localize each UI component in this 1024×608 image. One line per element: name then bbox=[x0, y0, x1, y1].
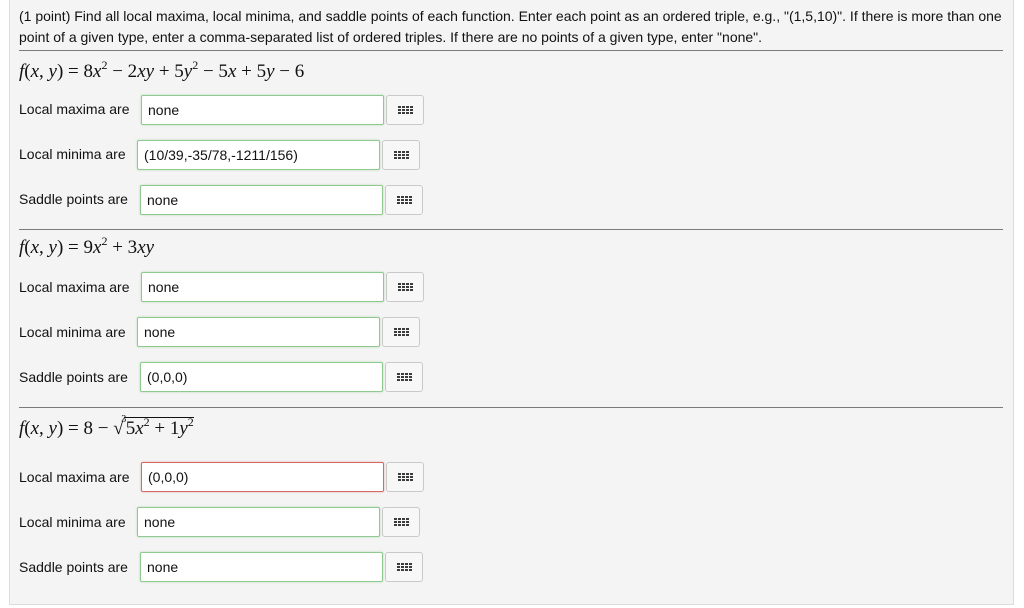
equation-editor-button[interactable] bbox=[385, 362, 423, 392]
problem-instructions: (1 point) Find all local maxima, local m… bbox=[19, 8, 1002, 45]
saddle-points-label: Saddle points are bbox=[19, 369, 128, 385]
divider bbox=[19, 229, 1003, 230]
equation-editor-button[interactable] bbox=[382, 140, 420, 170]
grid-icon bbox=[397, 473, 413, 481]
saddle-points-input-1[interactable] bbox=[140, 185, 383, 215]
local-maxima-input-3[interactable] bbox=[141, 462, 384, 492]
function-3: f(x, y) = 8 − 3 √ 5x2 + 1y2 bbox=[19, 414, 194, 439]
equation-editor-button[interactable] bbox=[382, 317, 420, 347]
local-minima-input-2[interactable] bbox=[137, 317, 380, 347]
local-minima-label: Local minima are bbox=[19, 514, 126, 530]
local-maxima-label: Local maxima are bbox=[19, 101, 130, 117]
divider bbox=[19, 407, 1003, 408]
saddle-points-label: Saddle points are bbox=[19, 559, 128, 575]
equation-editor-button[interactable] bbox=[382, 507, 420, 537]
equation-editor-button[interactable] bbox=[386, 272, 424, 302]
divider bbox=[19, 50, 1003, 51]
local-maxima-input-1[interactable] bbox=[141, 95, 384, 125]
saddle-points-input-2[interactable] bbox=[140, 362, 383, 392]
equation-editor-button[interactable] bbox=[386, 462, 424, 492]
saddle-points-input-3[interactable] bbox=[140, 552, 383, 582]
saddle-points-label: Saddle points are bbox=[19, 191, 128, 207]
equation-editor-button[interactable] bbox=[385, 552, 423, 582]
grid-icon bbox=[393, 151, 409, 159]
grid-icon bbox=[396, 373, 412, 381]
grid-icon bbox=[396, 196, 412, 204]
local-maxima-input-2[interactable] bbox=[141, 272, 384, 302]
local-minima-input-3[interactable] bbox=[137, 507, 380, 537]
function-1: f(x, y) = 8x2 − 2xy + 5y2 − 5x + 5y − 6 bbox=[19, 58, 305, 82]
local-maxima-label: Local maxima are bbox=[19, 469, 130, 485]
equation-editor-button[interactable] bbox=[386, 95, 424, 125]
grid-icon bbox=[393, 518, 409, 526]
grid-icon bbox=[393, 328, 409, 336]
grid-icon bbox=[397, 106, 413, 114]
equation-editor-button[interactable] bbox=[385, 185, 423, 215]
local-minima-label: Local minima are bbox=[19, 146, 126, 162]
function-2: f(x, y) = 9x2 + 3xy bbox=[19, 234, 155, 258]
grid-icon bbox=[396, 563, 412, 571]
local-maxima-label: Local maxima are bbox=[19, 279, 130, 295]
local-minima-input-1[interactable] bbox=[137, 140, 380, 170]
local-minima-label: Local minima are bbox=[19, 324, 126, 340]
grid-icon bbox=[397, 283, 413, 291]
